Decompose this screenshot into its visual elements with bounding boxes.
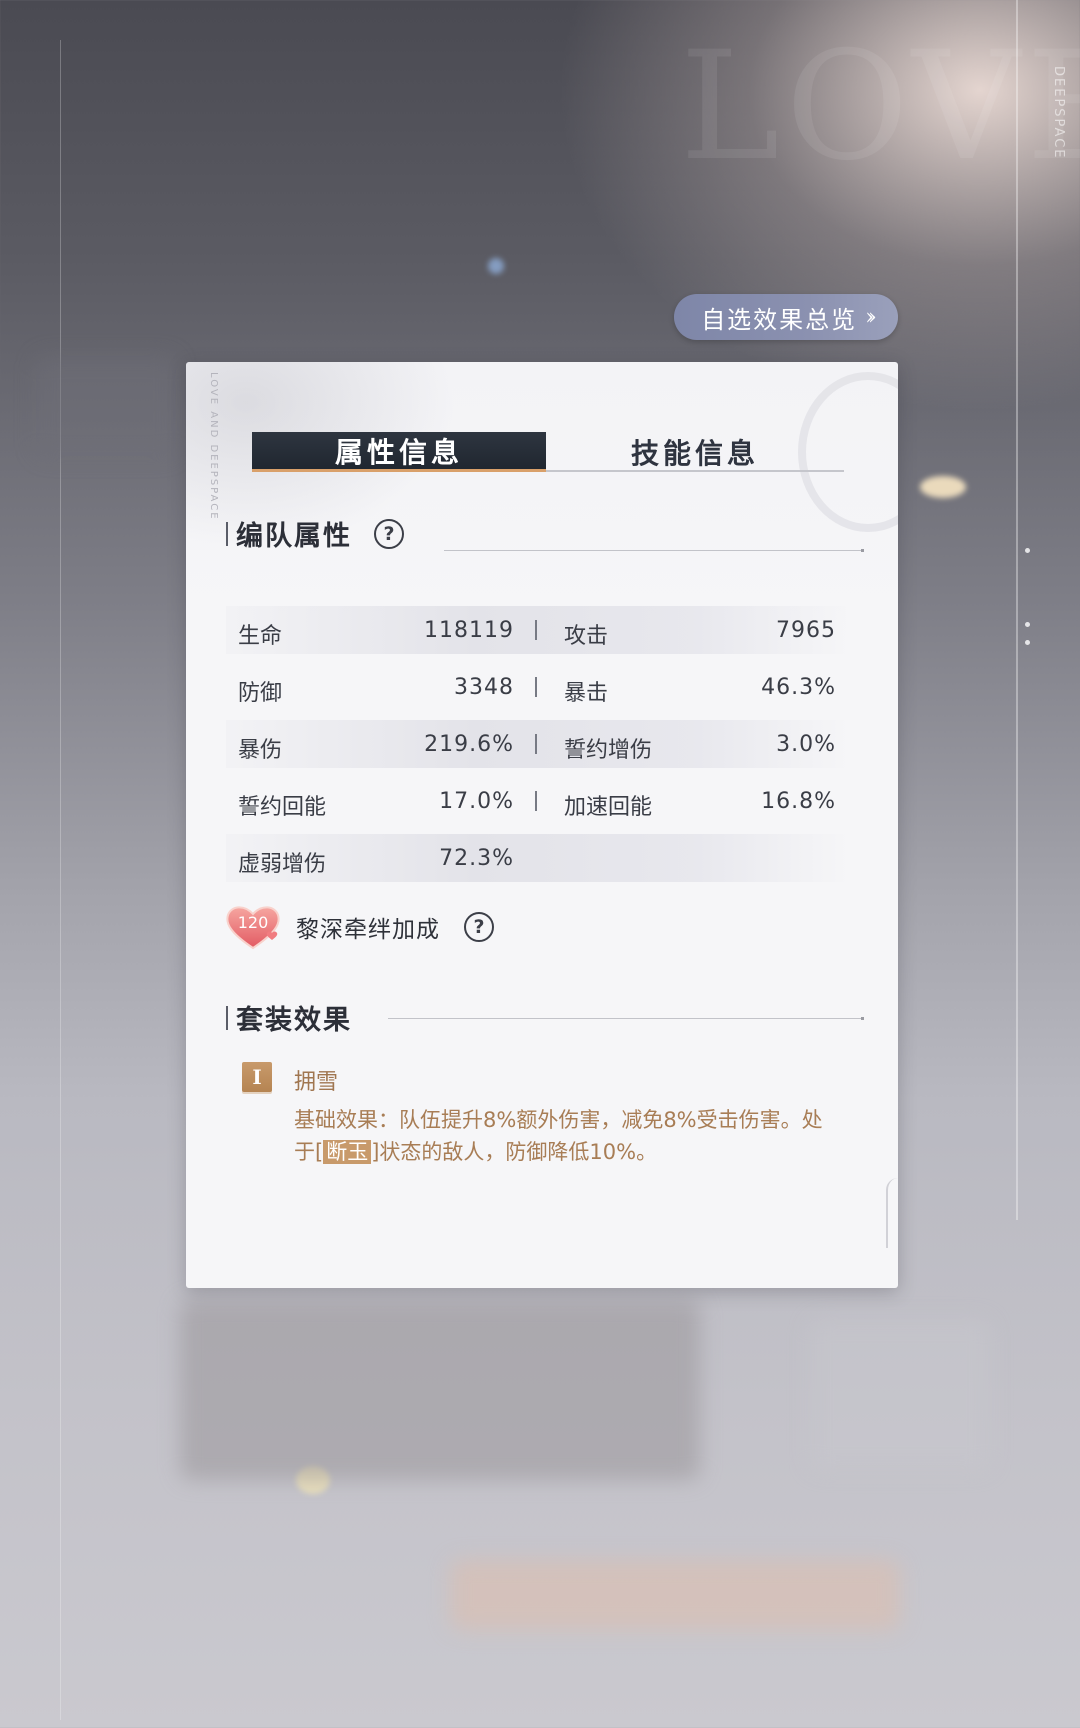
stat-separator	[535, 677, 537, 697]
tab-skill-info[interactable]: 技能信息	[546, 432, 844, 472]
bond-bonus-label: 黎深牵绊加成	[296, 917, 440, 943]
section-marker	[226, 521, 228, 546]
question-circle-icon[interactable]: ?	[464, 912, 494, 942]
stat-value-oath-dmg: 3.0%	[776, 732, 836, 757]
stat-label-crit-dmg: 暴伤	[238, 738, 283, 763]
stat-value-energy-regen: 16.8%	[761, 789, 836, 814]
stat-value-hp: 118119	[424, 618, 514, 643]
heart-badge-icon: 120	[222, 902, 284, 952]
stats-table: 生命 118119 攻击 7965 防御 3348 暴击 46.3% 暴伤 21…	[226, 606, 846, 891]
overview-button-label: 自选效果总览	[701, 305, 858, 334]
set-effect-header: 套装效果	[226, 998, 352, 1037]
set-desc-text: ]状态的敌人，防御降低10%。	[371, 1140, 658, 1164]
set-effect-title: 套装效果	[236, 1005, 352, 1036]
section-divider	[388, 1017, 864, 1020]
section-marker	[226, 1005, 228, 1030]
stat-label-oath-dmg: 誓约增伤	[564, 738, 653, 763]
background-dot	[1025, 640, 1030, 645]
card-decor-corner	[886, 1178, 898, 1248]
background-ghost-text: LOVE	[680, 20, 1080, 194]
bond-bonus-row: 120 黎深牵绊加成 ?	[222, 902, 494, 952]
stat-label-crit-rate: 暴击	[564, 681, 609, 706]
stat-label-oath-energy: 誓约回能	[238, 795, 327, 820]
stat-value-crit-dmg: 219.6%	[424, 732, 514, 757]
tab-bar: 属性信息 技能信息	[252, 432, 844, 472]
tab-attribute-info[interactable]: 属性信息	[252, 432, 546, 472]
stat-row: 誓约回能 17.0% 加速回能 16.8%	[226, 777, 846, 825]
background-sparkle	[488, 258, 504, 274]
card-sheen	[186, 362, 516, 592]
stat-value-atk: 7965	[776, 618, 836, 643]
self-select-effect-overview-button[interactable]: 自选效果总览 ››	[674, 294, 898, 340]
attribute-info-card: LOVE AND DEEPSPACE 属性信息 技能信息 编队属性 ? 生命 1…	[186, 362, 898, 1288]
card-watermark: LOVE AND DEEPSPACE	[208, 372, 219, 521]
question-circle-icon[interactable]: ?	[374, 518, 404, 549]
stat-label-weak-dmg: 虚弱增伤	[238, 852, 327, 877]
stat-label-energy-regen: 加速回能	[564, 795, 653, 820]
section-divider	[444, 549, 864, 552]
set-effect-description: 基础效果：队伍提升8%额外伤害，减免8%受击伤害。处于[断玉]状态的敌人，防御降…	[294, 1104, 834, 1168]
background-blurred-panel	[810, 1320, 990, 1470]
stat-row: 暴伤 219.6% 誓约增伤 3.0%	[226, 720, 846, 768]
stat-row: 虚弱增伤 72.3%	[226, 834, 846, 882]
stat-separator	[535, 734, 537, 754]
background-blurred-figure	[180, 1300, 700, 1480]
stat-row: 生命 118119 攻击 7965	[226, 606, 846, 654]
background-dot	[1025, 622, 1030, 627]
team-attributes-title: 编队属性	[236, 521, 352, 552]
stat-value-weak-dmg: 72.3%	[439, 846, 514, 871]
bond-level: 120	[237, 913, 269, 932]
stat-separator	[535, 620, 537, 640]
stat-separator	[535, 791, 537, 811]
status-keyword-link[interactable]: 断玉	[323, 1140, 372, 1164]
stat-label-atk: 攻击	[564, 624, 609, 649]
background-divider	[1016, 0, 1018, 1220]
stat-value-def: 3348	[454, 675, 514, 700]
stat-value-crit-rate: 46.3%	[761, 675, 836, 700]
set-effect-name: 拥雪	[294, 1070, 339, 1095]
background-divider	[60, 40, 61, 1720]
stat-row: 防御 3348 暴击 46.3%	[226, 663, 846, 711]
background-sparkle	[920, 476, 966, 498]
stat-label-def: 防御	[238, 681, 283, 706]
background-blurred-button	[450, 1560, 900, 1630]
tier-badge: I	[242, 1062, 272, 1092]
team-attributes-header: 编队属性 ?	[226, 514, 404, 553]
stat-label-hp: 生命	[238, 624, 283, 649]
stat-value-oath-energy: 17.0%	[439, 789, 514, 814]
background-blurred-panel	[36, 356, 176, 456]
background-dot	[1025, 548, 1030, 553]
double-chevron-right-icon: ››	[865, 304, 876, 330]
background-brand-text: DEEPSPACE	[1051, 66, 1066, 160]
